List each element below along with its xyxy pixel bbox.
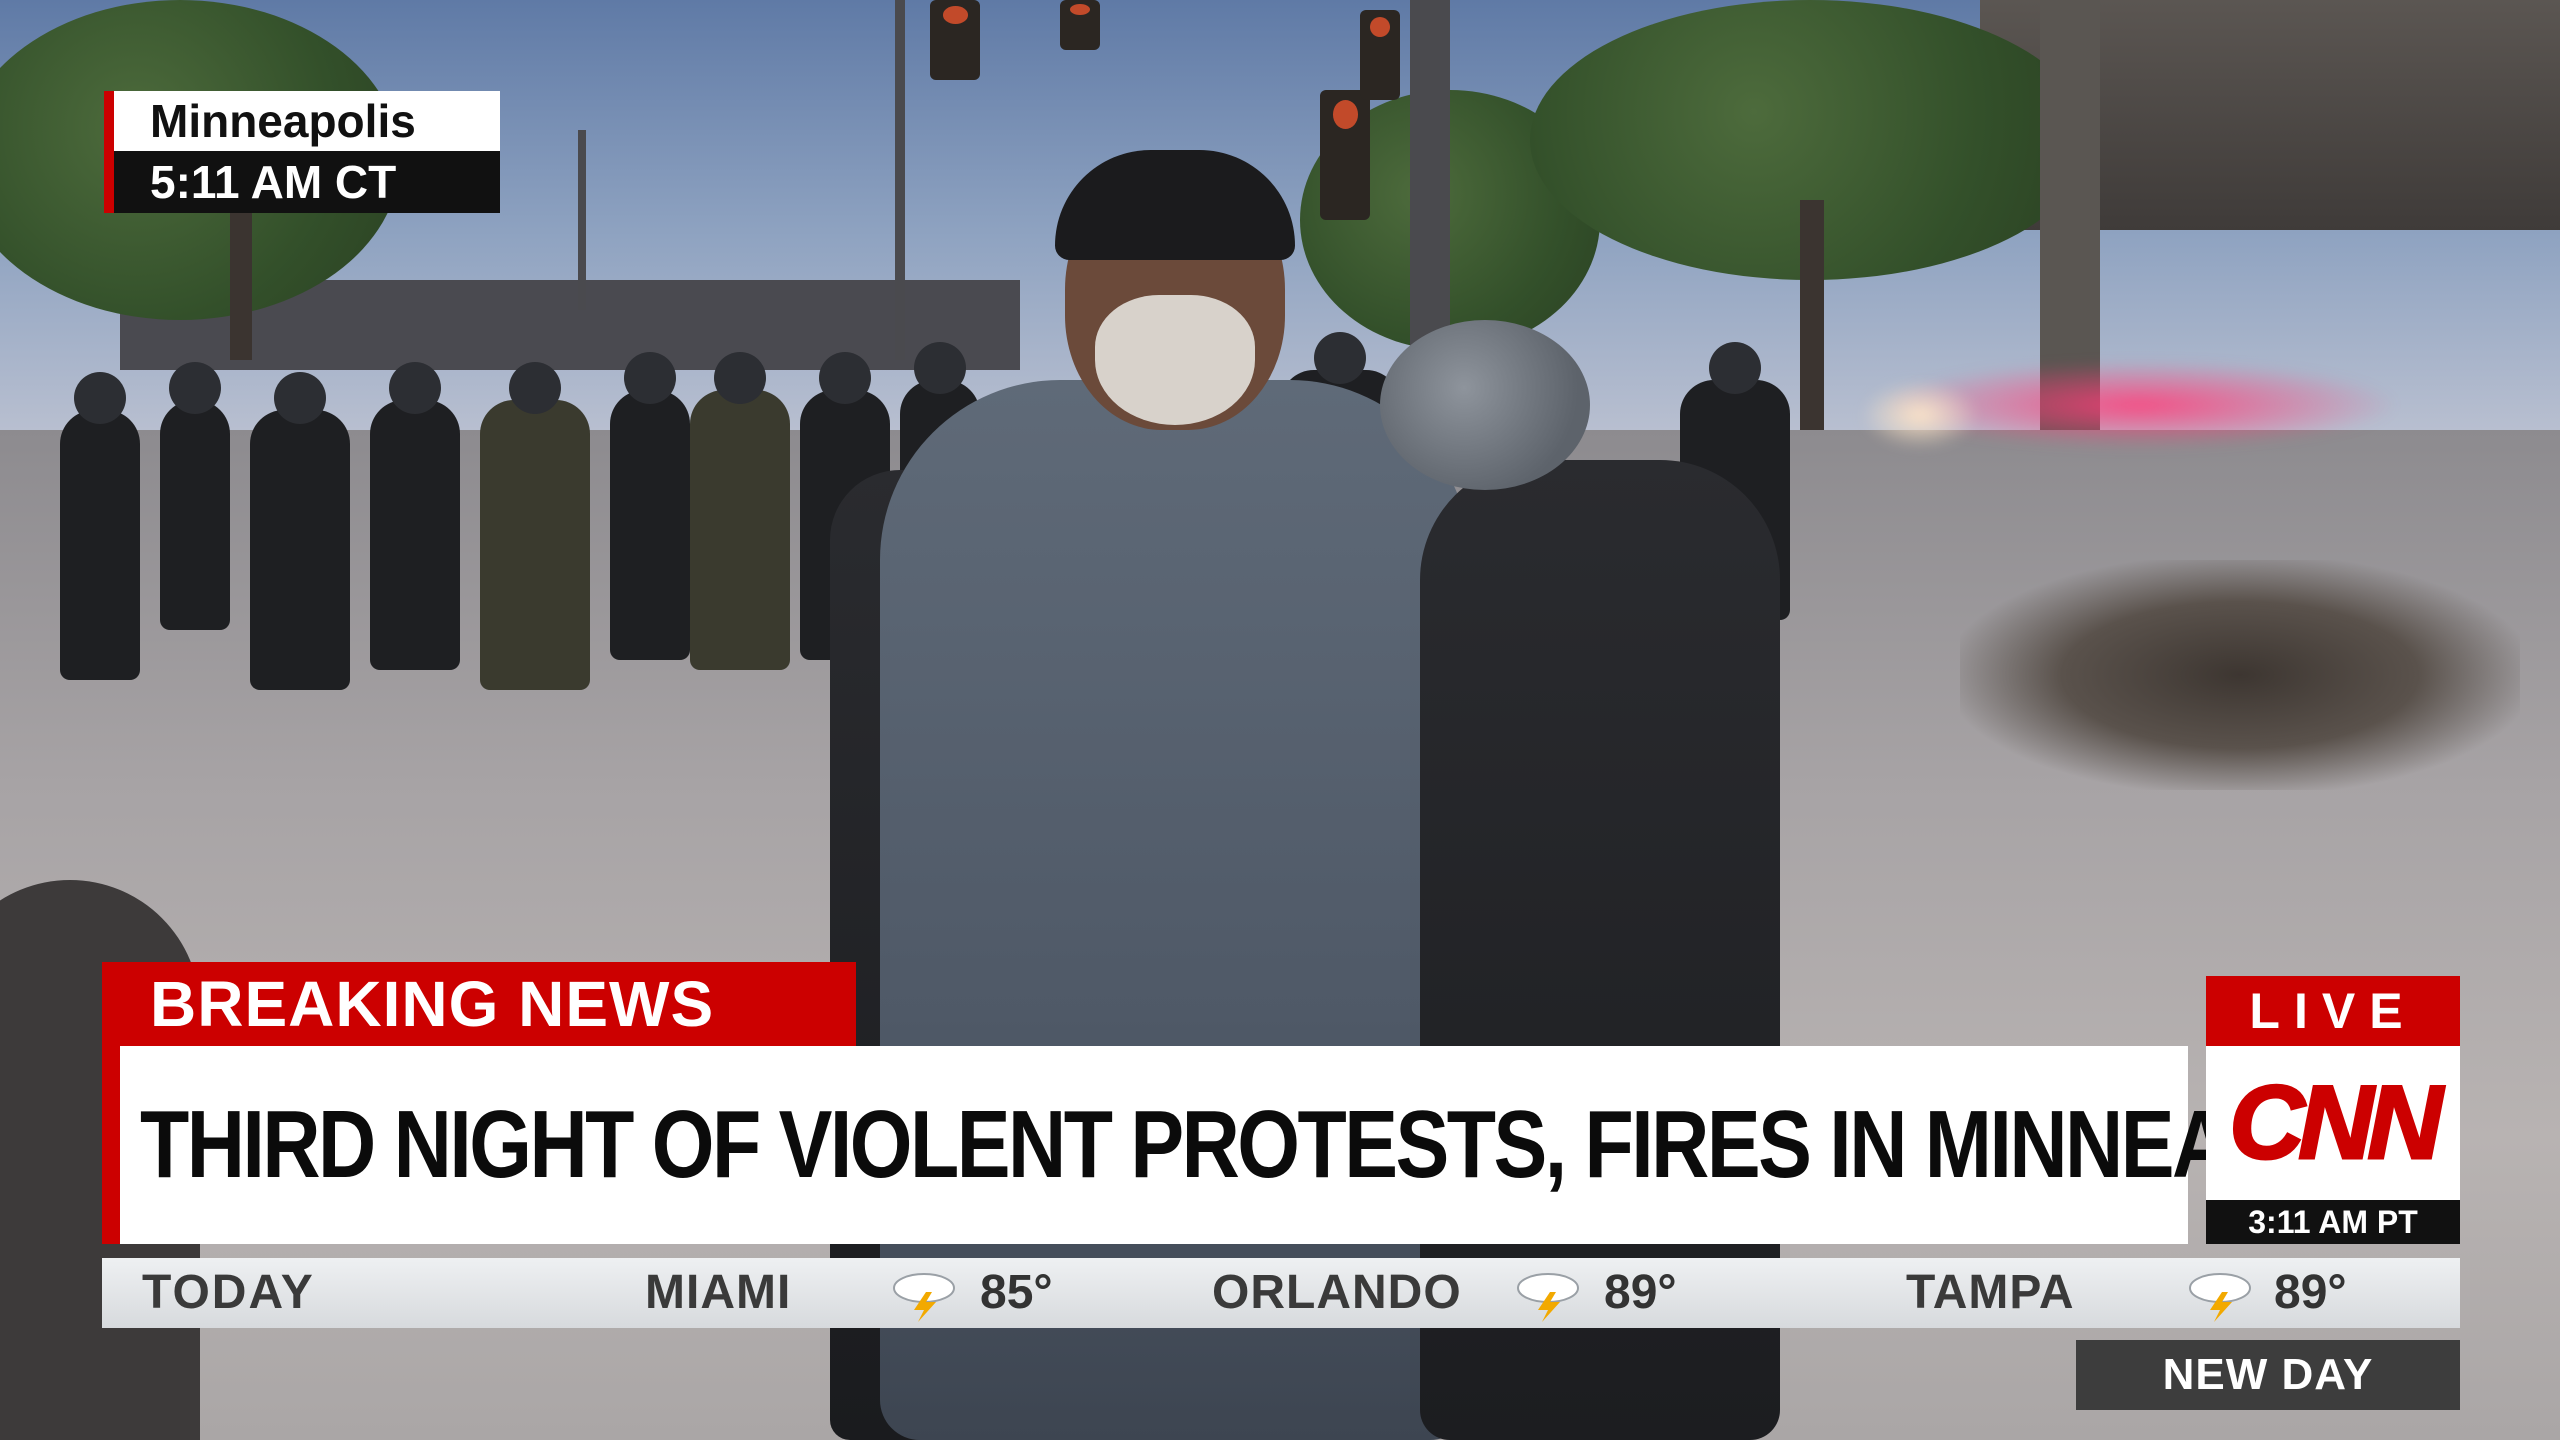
reporter-mask — [1095, 295, 1255, 425]
headlight-glow — [1860, 380, 1980, 450]
traffic-light — [1360, 10, 1400, 100]
soldier — [480, 362, 590, 690]
tree-trunk — [230, 200, 252, 360]
traffic-light — [930, 0, 980, 80]
ticker-city-orlando: ORLANDO — [1212, 1266, 1462, 1319]
officer — [250, 372, 350, 690]
thunderstorm-icon — [2189, 1273, 2251, 1322]
headline-text: THIRD NIGHT OF VIOLENT PROTESTS, FIRES I… — [140, 1091, 2460, 1198]
ticker-temp-tampa: 89° — [2274, 1266, 2347, 1319]
breaking-news-banner: BREAKING NEWS — [102, 962, 856, 1046]
traffic-light — [1060, 0, 1100, 50]
ticker-temp-miami: 85° — [980, 1266, 1053, 1319]
ticker-city-miami: MIAMI — [645, 1266, 792, 1319]
ticker-temp-orlando: 89° — [1604, 1266, 1677, 1319]
soldier — [690, 352, 790, 670]
live-badge: LIVE — [2206, 976, 2460, 1046]
reporter-cap — [1055, 150, 1295, 260]
network-clock: 3:11 AM PT — [2206, 1200, 2460, 1244]
debris-pile — [1960, 560, 2520, 790]
cnn-logo: CNN — [2228, 1063, 2444, 1182]
network-logo-box: CNN — [2206, 1046, 2460, 1200]
officer — [370, 362, 460, 670]
location-tag: Minneapolis 5:11 AM CT — [104, 91, 500, 213]
thunderstorm-icon — [1517, 1273, 1579, 1322]
trooper-helmet — [1380, 320, 1590, 490]
headline-box: THIRD NIGHT OF VIOLENT PROTESTS, FIRES I… — [102, 1046, 2460, 1244]
officer — [610, 352, 690, 660]
weather-ticker: TODAY MIAMI 85° ORLANDO 89° TAMPA 89° — [102, 1258, 2460, 1328]
ticker-label: TODAY — [142, 1266, 315, 1319]
location-time: 5:11 AM CT — [114, 151, 500, 213]
location-city: Minneapolis — [114, 91, 500, 151]
officer — [160, 362, 230, 630]
thunderstorm-icon — [893, 1273, 955, 1322]
utility-pole — [578, 130, 586, 310]
broadcast-frame: Minneapolis 5:11 AM CT BREAKING NEWS THI… — [0, 0, 2560, 1440]
ticker-city-tampa: TAMPA — [1906, 1266, 2075, 1319]
program-name: NEW DAY — [2076, 1340, 2460, 1410]
officer — [60, 372, 140, 680]
